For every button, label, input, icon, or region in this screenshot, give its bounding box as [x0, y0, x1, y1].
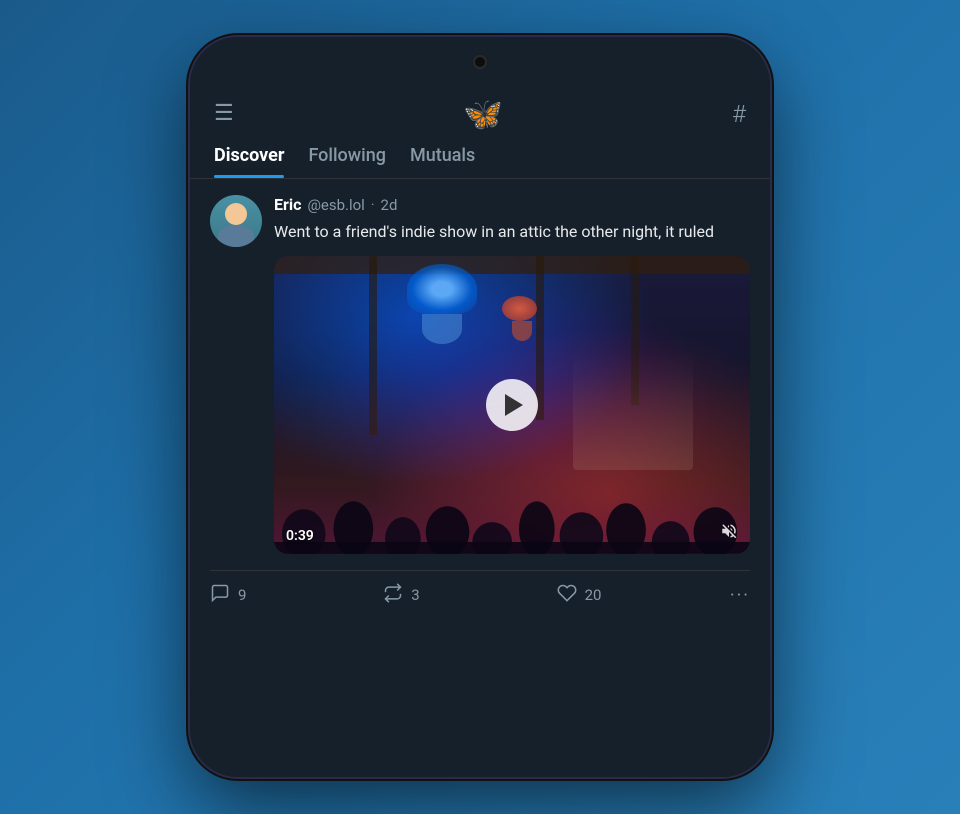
repost-count: 3	[411, 586, 419, 604]
video-thumbnail[interactable]: 0:39	[274, 256, 750, 554]
post-actions: 9 3 20	[190, 571, 770, 620]
reply-action[interactable]: 9	[210, 583, 383, 608]
hashtag-icon[interactable]: #	[732, 100, 746, 128]
reply-icon	[210, 583, 230, 608]
post-content: Eric @esb.lol · 2d Went to a friend's in…	[274, 195, 750, 554]
like-icon	[557, 583, 577, 608]
more-action[interactable]: ···	[730, 585, 750, 606]
lamp-blue	[407, 264, 477, 344]
play-button[interactable]	[486, 379, 538, 431]
repost-action[interactable]: 3	[383, 583, 556, 608]
tab-discover[interactable]: Discover	[214, 145, 284, 178]
lamp-red	[502, 296, 542, 341]
tab-mutuals[interactable]: Mutuals	[410, 145, 475, 178]
camera-dot	[473, 55, 487, 69]
play-icon	[505, 394, 523, 416]
post-item: Eric @esb.lol · 2d Went to a friend's in…	[190, 179, 770, 570]
like-action[interactable]: 20	[557, 583, 730, 608]
video-duration: 0:39	[286, 528, 314, 544]
post-text: Went to a friend's indie show in an atti…	[274, 220, 750, 244]
post-author-handle[interactable]: @esb.lol	[307, 196, 364, 214]
butterfly-logo: 🦋	[463, 95, 503, 133]
post-author-name[interactable]: Eric	[274, 195, 301, 214]
phone-frame: ☰ 🦋 # Discover Following Mutuals Eric @e…	[190, 37, 770, 777]
repost-icon	[383, 583, 403, 608]
phone-top-bar	[190, 37, 770, 87]
avatar-image	[210, 195, 262, 247]
tab-following[interactable]: Following	[308, 145, 386, 178]
app-header: ☰ 🦋 #	[190, 87, 770, 133]
like-count: 20	[585, 586, 602, 604]
menu-icon[interactable]: ☰	[214, 103, 234, 125]
tabs-bar: Discover Following Mutuals	[190, 133, 770, 178]
post-separator: ·	[371, 197, 375, 213]
bottom-area	[190, 620, 770, 778]
avatar[interactable]	[210, 195, 262, 247]
post-time: 2d	[381, 196, 398, 214]
post-header: Eric @esb.lol · 2d	[274, 195, 750, 214]
phone-screen: ☰ 🦋 # Discover Following Mutuals Eric @e…	[190, 37, 770, 777]
more-icon: ···	[730, 585, 750, 606]
mute-icon[interactable]	[720, 522, 738, 544]
reply-count: 9	[238, 586, 246, 604]
